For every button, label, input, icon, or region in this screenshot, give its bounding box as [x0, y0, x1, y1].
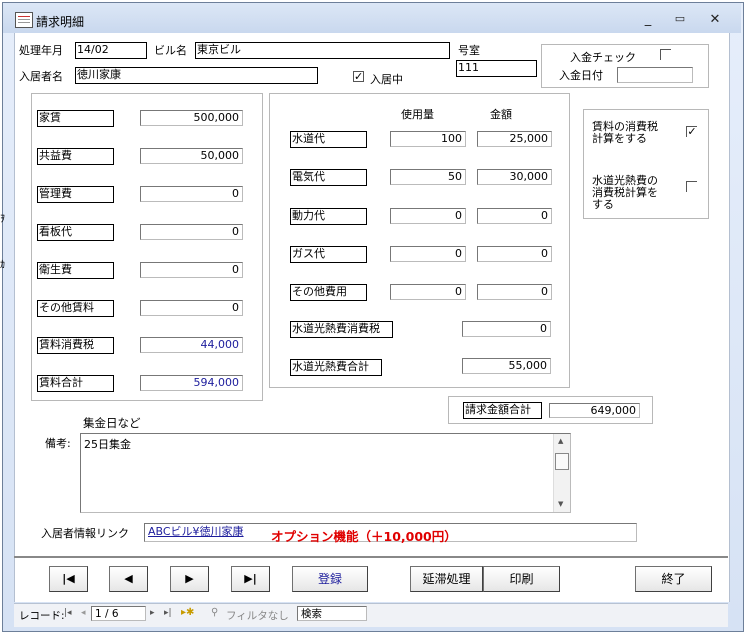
payment-date-field[interactable] — [617, 67, 693, 83]
status-first-icon[interactable]: |◂ — [64, 608, 72, 618]
amount-header: 金額 — [490, 108, 512, 121]
util-tax-label: 水道光熱費消費税 — [290, 321, 393, 338]
search-field[interactable]: 検索 — [297, 606, 367, 621]
util-item-label: ガス代 — [290, 246, 367, 263]
next-record-button[interactable]: ▶ — [170, 566, 209, 592]
scroll-up-icon[interactable]: ▲ — [558, 437, 563, 445]
period-field[interactable]: 14/02 — [75, 42, 147, 59]
rent-item-field[interactable]: 50,000 — [140, 148, 243, 164]
room-label: 号室 — [458, 44, 480, 57]
notes-caption: 集金日など — [83, 416, 141, 430]
record-label: レコード: — [19, 610, 65, 622]
util-tax-field[interactable]: 0 — [462, 321, 551, 337]
util-item-label: 電気代 — [290, 169, 367, 186]
util-usage-field[interactable]: 0 — [390, 284, 466, 300]
rent-item-field[interactable]: 0 — [140, 300, 243, 316]
util-total-field: 55,000 — [462, 358, 551, 374]
title-bar — [3, 3, 741, 33]
rent-item-label: その他賃料 — [37, 300, 114, 317]
link-value[interactable]: ABCビル¥徳川家康 — [148, 525, 244, 538]
filter-label[interactable]: フィルタなし — [226, 608, 289, 623]
status-prev-icon[interactable]: ◂ — [81, 608, 86, 618]
notes-label: 備考: — [45, 437, 71, 450]
rent-tax-checkbox[interactable]: ✓ — [686, 126, 697, 137]
util-item-label: その他費用 — [290, 284, 367, 301]
rent-item-label: 衛生費 — [37, 262, 114, 279]
util-usage-field[interactable]: 0 — [390, 246, 466, 262]
building-field[interactable]: 東京ビル — [195, 42, 450, 59]
billing-total-label: 請求金額合計 — [463, 402, 542, 419]
util-amount-field[interactable]: 0 — [477, 208, 552, 224]
util-usage-field[interactable]: 50 — [390, 169, 466, 185]
room-field[interactable]: 111 — [456, 60, 537, 77]
rent-item-field[interactable]: 0 — [140, 186, 243, 202]
util-amount-field[interactable]: 30,000 — [477, 169, 552, 185]
util-amount-field[interactable]: 25,000 — [477, 131, 552, 147]
print-button[interactable]: 印刷 — [483, 566, 560, 592]
filter-icon: ⚲ — [211, 607, 219, 618]
notes-textarea[interactable]: 25日集金 ▲ ▼ — [80, 433, 571, 513]
building-label: ビル名 — [154, 44, 187, 57]
background-glyph: ｦ — [0, 214, 5, 225]
rent-item-field[interactable]: 500,000 — [140, 110, 243, 126]
background-glyph-2: ｶ — [0, 260, 5, 271]
rent-item-label: 家賃 — [37, 110, 114, 127]
scroll-down-icon[interactable]: ▼ — [558, 500, 563, 508]
rent-item-label: 賃料消費税 — [37, 337, 114, 354]
util-tax-option-label: 水道光熱費の 消費税計算を する — [592, 174, 658, 211]
payment-date-label: 入金日付 — [559, 69, 603, 82]
util-total-label: 水道光熱費合計 — [290, 359, 382, 376]
util-usage-field[interactable]: 0 — [390, 208, 466, 224]
late-process-button[interactable]: 延滞処理 — [410, 566, 483, 592]
option-text: オプション機能（＋10,000円） — [271, 529, 457, 544]
rent-item-field[interactable]: 0 — [140, 262, 243, 278]
link-label: 入居者情報リンク — [41, 527, 129, 540]
prev-record-button[interactable]: ◀ — [109, 566, 148, 592]
scroll-thumb[interactable] — [555, 453, 569, 470]
period-label: 処理年月 — [19, 44, 63, 57]
status-last-icon[interactable]: ▸| — [164, 608, 172, 618]
form-icon — [15, 12, 33, 28]
exit-button[interactable]: 終了 — [635, 566, 712, 592]
record-position[interactable]: 1 / 6 — [91, 606, 146, 621]
notes-scrollbar[interactable]: ▲ ▼ — [553, 434, 570, 512]
rent-item-label: 共益費 — [37, 148, 114, 165]
rent-item-label: 看板代 — [37, 224, 114, 241]
rent-group — [31, 93, 263, 401]
close-button[interactable]: ✕ — [704, 12, 726, 28]
maximize-button[interactable]: ▭ — [669, 12, 691, 28]
util-tax-checkbox[interactable] — [686, 181, 697, 192]
rent-item-label: 賃料合計 — [37, 375, 114, 392]
rent-item-field: 594,000 — [140, 375, 243, 391]
payment-check-label: 入金チェック — [570, 51, 636, 64]
notes-text: 25日集金 — [84, 438, 131, 451]
tenant-field[interactable]: 徳川家康 — [75, 67, 318, 84]
rent-tax-label: 賃料の消費税 計算をする — [592, 120, 658, 145]
last-record-button[interactable]: ▶| — [231, 566, 270, 592]
util-amount-field[interactable]: 0 — [477, 246, 552, 262]
rent-item-label: 管理費 — [37, 186, 114, 203]
status-next-icon[interactable]: ▸ — [150, 608, 155, 618]
util-item-label: 動力代 — [290, 208, 367, 225]
resident-checkbox[interactable]: ✓ — [353, 71, 364, 82]
resident-label: 入居中 — [370, 73, 403, 86]
rent-item-field: 44,000 — [140, 337, 243, 353]
status-new-record-icon[interactable]: ▸✱ — [181, 607, 194, 618]
billing-total-field: 649,000 — [549, 403, 640, 418]
rent-item-field[interactable]: 0 — [140, 224, 243, 240]
util-usage-field[interactable]: 100 — [390, 131, 466, 147]
first-record-button[interactable]: |◀ — [49, 566, 88, 592]
payment-checkbox[interactable] — [660, 49, 671, 60]
separator-line — [14, 556, 728, 558]
window-title: 請求明細 — [36, 15, 85, 29]
minimize-button[interactable]: _ — [637, 12, 659, 28]
tenant-label: 入居者名 — [19, 70, 63, 83]
register-button[interactable]: 登録 — [292, 566, 368, 592]
usage-header: 使用量 — [401, 108, 434, 121]
util-item-label: 水道代 — [290, 131, 367, 148]
util-amount-field[interactable]: 0 — [477, 284, 552, 300]
